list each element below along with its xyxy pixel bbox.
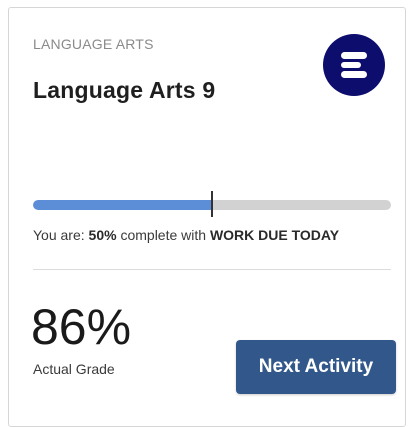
grade-value: 86% xyxy=(31,299,132,355)
status-due: WORK DUE TODAY xyxy=(209,227,340,243)
subject-label: LANGUAGE ARTS xyxy=(33,36,154,52)
course-title: Language Arts 9 xyxy=(33,77,216,103)
course-card: LANGUAGE ARTS Language Arts 9 You are: 5… xyxy=(8,7,406,427)
e-logo-glyph-icon xyxy=(341,52,367,78)
status-percent: 50% xyxy=(88,227,117,243)
status-prefix: You are: xyxy=(33,227,85,243)
progress-marker xyxy=(211,191,213,217)
edgenuity-logo-icon xyxy=(323,34,385,96)
next-activity-button[interactable]: Next Activity xyxy=(236,340,396,394)
divider xyxy=(33,269,391,270)
progress-fill xyxy=(33,200,212,210)
status-middle: complete with xyxy=(120,227,207,243)
progress-status: You are: 50% complete with WORK DUE TODA… xyxy=(33,227,339,243)
grade-label: Actual Grade xyxy=(33,361,115,377)
